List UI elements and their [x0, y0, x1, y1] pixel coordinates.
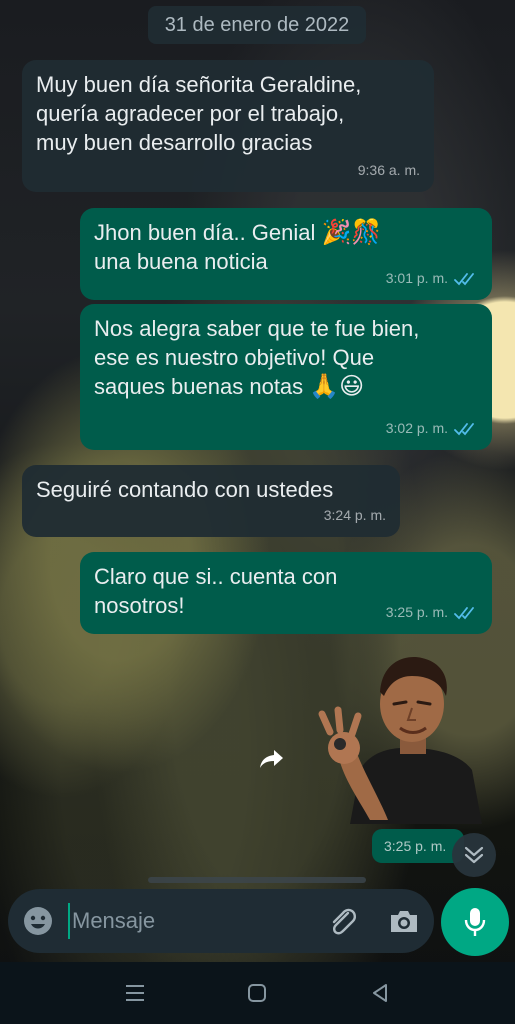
message-text-line: Jhon buen día.. Genial 🎉🎊: [94, 218, 478, 247]
message-meta: 9:36 a. m.: [358, 156, 420, 185]
message-bubble-outgoing[interactable]: Nos alegra saber que te fue bien, ese es…: [80, 304, 492, 450]
message-bubble-outgoing[interactable]: Claro que si.. cuenta con nosotros! 3:25…: [80, 552, 492, 634]
message-text-block: Nos alegra saber que te fue bien, ese es…: [94, 314, 478, 401]
menu-icon: [126, 985, 144, 1001]
message-time: 3:25 p. m.: [385, 604, 448, 620]
date-separator: 31 de enero de 2022: [148, 6, 366, 44]
message-time: 3:01 p. m.: [385, 270, 448, 286]
camera-icon[interactable]: [388, 906, 420, 936]
system-navigation-bar: [0, 962, 515, 1024]
home-icon: [248, 984, 266, 1002]
message-composer: [8, 889, 434, 953]
party-emoji-icon: 🎉🎊: [321, 218, 382, 246]
message-meta: 3:24 p. m.: [324, 501, 386, 530]
paperclip-icon[interactable]: [326, 905, 360, 939]
message-meta: 3:25 p. m.: [386, 598, 478, 627]
read-ticks-icon: [454, 606, 474, 619]
home-button[interactable]: [243, 980, 271, 1006]
message-time: 9:36 a. m.: [357, 162, 420, 178]
mic-button[interactable]: [441, 888, 509, 956]
message-text: Seguiré contando con ustedes: [36, 477, 334, 502]
message-bubble-incoming[interactable]: Muy buen día señorita Geraldine, quería …: [22, 60, 434, 192]
message-text: Nos alegra saber que te fue bien, ese es…: [94, 316, 420, 399]
sticker-man-ok-hand[interactable]: [300, 652, 490, 824]
pray-smile-emoji-icon: 🙏😃: [309, 372, 365, 400]
scroll-to-bottom-button[interactable]: [452, 833, 496, 877]
chevron-double-down-icon: [464, 846, 484, 864]
mic-icon: [464, 908, 486, 936]
message-text: Jhon buen día.. Genial: [94, 220, 316, 245]
message-text: Muy buen día señorita Geraldine, quería …: [36, 72, 362, 155]
read-ticks-icon: [454, 422, 474, 435]
back-icon: [373, 984, 387, 1002]
forward-arrow-icon: [260, 750, 283, 768]
back-button[interactable]: [366, 980, 394, 1006]
hidden-date-chip: [148, 877, 366, 883]
message-bubble-outgoing[interactable]: Jhon buen día.. Genial 🎉🎊 una buena noti…: [80, 208, 492, 300]
emoji-icon[interactable]: [22, 905, 54, 937]
message-meta: 3:01 p. m.: [386, 264, 478, 293]
read-ticks-icon: [454, 272, 474, 285]
message-bubble-incoming[interactable]: Seguiré contando con ustedes 3:24 p. m.: [22, 465, 400, 537]
message-input[interactable]: [68, 903, 308, 939]
message-time: 3:24 p. m.: [323, 507, 386, 523]
message-meta: 3:02 p. m.: [386, 414, 478, 443]
message-time: 3:02 p. m.: [385, 420, 448, 436]
forward-button[interactable]: [252, 739, 292, 779]
menu-button[interactable]: [121, 980, 149, 1006]
sticker-time: 3:25 p. m.: [372, 829, 464, 863]
